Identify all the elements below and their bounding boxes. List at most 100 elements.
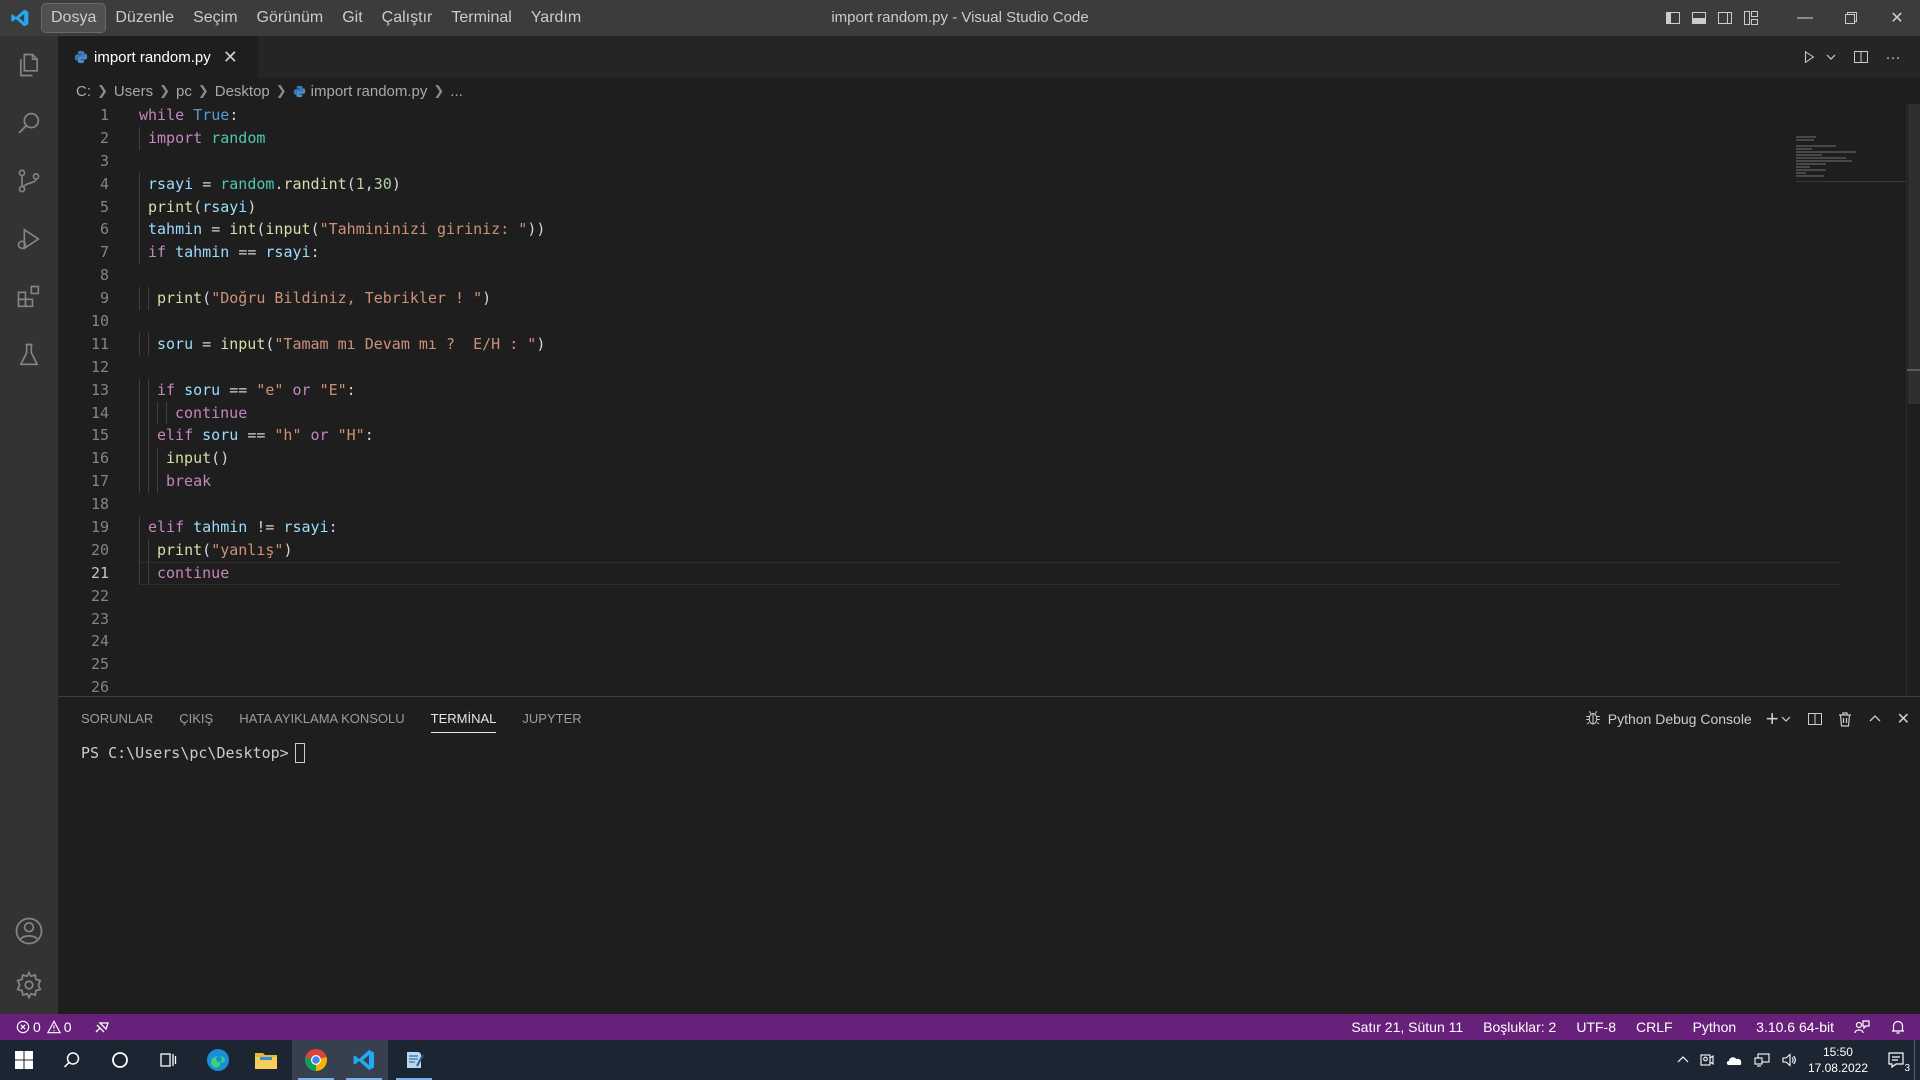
breadcrumb-desktop[interactable]: Desktop: [215, 83, 270, 100]
feedback-icon[interactable]: [1854, 1019, 1870, 1035]
edge-browser-icon[interactable]: [194, 1040, 242, 1080]
meet-now-icon[interactable]: [1699, 1052, 1715, 1068]
editor-scrollbar[interactable]: [1906, 104, 1920, 696]
extensions-icon[interactable]: [0, 268, 58, 326]
code-line[interactable]: 16 input(): [58, 447, 1920, 471]
toggle-secondary-sidebar-icon[interactable]: [1712, 0, 1738, 36]
task-view-icon[interactable]: [144, 1040, 192, 1080]
code-line[interactable]: 15 elif soru == "h" or "H":: [58, 424, 1920, 448]
close-panel-icon[interactable]: ✕: [1897, 706, 1910, 732]
scrollbar-thumb[interactable]: [1908, 104, 1920, 404]
code-line[interactable]: 11 soru = input("Tamam mı Devam mı ? E/H …: [58, 332, 1920, 356]
python-interpreter[interactable]: 3.10.6 64-bit: [1756, 1019, 1834, 1035]
code-line[interactable]: 18: [58, 493, 1920, 516]
code-line[interactable]: 23: [58, 608, 1920, 631]
encoding-status[interactable]: UTF-8: [1576, 1019, 1616, 1035]
terminal-output[interactable]: PS C:\Users\pc\Desktop>: [81, 741, 305, 765]
onedrive-cloud-icon[interactable]: [1725, 1053, 1743, 1067]
code-line[interactable]: 8: [58, 264, 1920, 287]
settings-gear-icon[interactable]: [0, 956, 58, 1014]
terminal-profile-selector[interactable]: Python Debug Console: [1584, 706, 1752, 732]
breadcrumb-pc[interactable]: pc: [176, 83, 192, 100]
tab-terminal[interactable]: TERMİNAL: [430, 697, 496, 741]
code-line[interactable]: 17 break: [58, 470, 1920, 494]
minimap-slider[interactable]: [1796, 136, 1906, 182]
notifications-bell-icon[interactable]: [1890, 1019, 1906, 1035]
code-line[interactable]: 3: [58, 150, 1920, 173]
system-clock[interactable]: 15:50 17.08.2022: [1808, 1044, 1868, 1076]
menu-file[interactable]: Dosya: [40, 3, 107, 33]
taskbar-search-icon[interactable]: [48, 1040, 96, 1080]
toggle-panel-icon[interactable]: [1686, 0, 1712, 36]
code-line[interactable]: 22: [58, 585, 1920, 608]
close-window-icon[interactable]: ✕: [1874, 0, 1920, 36]
show-desktop-button[interactable]: [1914, 1040, 1920, 1080]
notepad-app-icon[interactable]: [390, 1040, 438, 1080]
tab-close-icon[interactable]: ✕: [223, 48, 238, 66]
code-line[interactable]: 7 if tahmin == rsayi:: [58, 241, 1920, 265]
file-explorer-icon[interactable]: [242, 1040, 290, 1080]
new-terminal-dropdown-chevron-icon[interactable]: [1781, 706, 1791, 732]
code-editor[interactable]: 1 while True: 2 import random 3 4 rsayi = rand…: [58, 104, 1920, 696]
menu-run[interactable]: Çalıştır: [373, 4, 442, 32]
tab-debug-console[interactable]: HATA AYIKLAMA KONSOLU: [239, 697, 404, 741]
network-icon[interactable]: [1753, 1052, 1771, 1068]
breadcrumb-file[interactable]: import random.py: [311, 83, 428, 100]
restore-icon[interactable]: [1828, 0, 1874, 36]
source-control-icon[interactable]: [0, 152, 58, 210]
code-line[interactable]: 21 continue: [58, 561, 1920, 585]
run-python-file-icon[interactable]: [1796, 44, 1822, 70]
cortana-icon[interactable]: [96, 1040, 144, 1080]
tab-output[interactable]: ÇIKIŞ: [179, 697, 213, 741]
show-hidden-icons-chevron-icon[interactable]: [1677, 1054, 1689, 1066]
new-terminal-plus-icon[interactable]: +: [1766, 706, 1779, 732]
volume-speaker-icon[interactable]: [1781, 1052, 1797, 1068]
breadcrumb-symbol[interactable]: ...: [450, 83, 463, 100]
action-center-icon[interactable]: 3: [1878, 1040, 1914, 1080]
code-line[interactable]: 2 import random: [58, 126, 1920, 150]
toggle-primary-sidebar-icon[interactable]: [1660, 0, 1686, 36]
search-icon[interactable]: [0, 94, 58, 152]
tab-problems[interactable]: SORUNLAR: [81, 697, 153, 741]
run-dropdown-chevron-icon[interactable]: [1824, 44, 1838, 70]
windows-start-icon[interactable]: [0, 1040, 48, 1080]
code-line[interactable]: 4 rsayi = random.randint(1,30): [58, 172, 1920, 196]
minimize-icon[interactable]: —: [1782, 0, 1828, 36]
language-mode[interactable]: Python: [1693, 1019, 1737, 1035]
menu-edit[interactable]: Düzenle: [106, 4, 183, 32]
breadcrumb-users[interactable]: Users: [114, 83, 153, 100]
tab-jupyter[interactable]: JUPYTER: [522, 697, 581, 741]
explorer-icon[interactable]: [0, 36, 58, 94]
chrome-browser-icon[interactable]: [292, 1040, 340, 1080]
run-debug-icon[interactable]: [0, 210, 58, 268]
testing-icon[interactable]: [0, 326, 58, 384]
cursor-position[interactable]: Satır 21, Sütun 11: [1351, 1019, 1463, 1035]
menu-terminal[interactable]: Terminal: [442, 4, 520, 32]
more-actions-icon[interactable]: ···: [1880, 44, 1906, 70]
code-line[interactable]: 5 print(rsayi): [58, 195, 1920, 219]
code-line[interactable]: 6 tahmin = int(input("Tahmininizi giriniz…: [58, 218, 1920, 242]
code-line[interactable]: 1 while True:: [58, 104, 1920, 127]
code-line[interactable]: 19 elif tahmin != rsayi:: [58, 516, 1920, 539]
problems-status[interactable]: 0 0: [16, 1019, 72, 1035]
accounts-icon[interactable]: [0, 902, 58, 960]
code-line[interactable]: 12: [58, 356, 1920, 379]
code-line[interactable]: 13 if soru == "e" or "E":: [58, 378, 1920, 402]
eol-status[interactable]: CRLF: [1636, 1019, 1673, 1035]
menu-git[interactable]: Git: [333, 4, 371, 32]
breadcrumb-drive[interactable]: C:: [76, 83, 91, 100]
code-line[interactable]: 25: [58, 653, 1920, 676]
code-line[interactable]: 9 print("Doğru Bildiniz, Tebrikler ! "): [58, 287, 1920, 311]
menu-selection[interactable]: Seçim: [184, 4, 246, 32]
tab-import-random-py[interactable]: import random.py ✕: [58, 36, 258, 78]
code-line[interactable]: 24: [58, 630, 1920, 653]
menu-view[interactable]: Görünüm: [248, 4, 333, 32]
code-line[interactable]: 20 print("yanlış"): [58, 538, 1920, 562]
maximize-panel-chevron-up-icon[interactable]: [1869, 706, 1881, 732]
split-terminal-icon[interactable]: [1807, 706, 1823, 732]
customize-layout-icon[interactable]: [1738, 0, 1764, 36]
live-share-icon[interactable]: [94, 1019, 110, 1035]
indentation-status[interactable]: Boşluklar: 2: [1483, 1019, 1556, 1035]
kill-terminal-trash-icon[interactable]: [1837, 706, 1853, 732]
code-line[interactable]: 14 continue: [58, 401, 1920, 425]
